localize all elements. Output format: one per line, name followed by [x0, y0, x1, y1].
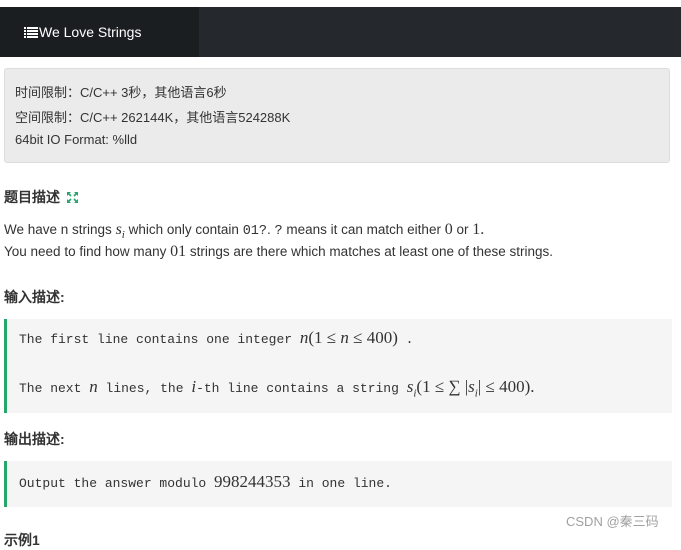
input-line-2: The next n lines, the i-th line contains…	[19, 377, 535, 399]
desc-text: .	[480, 221, 485, 238]
description-line-2: You need to find how many 01 strings are…	[4, 243, 553, 261]
example-heading: 示例1	[4, 532, 40, 548]
math-var: s	[468, 377, 475, 396]
desc-text: You need to find how many	[4, 244, 171, 259]
input-description-block: The first line contains one integer n(1 …	[4, 319, 672, 413]
limits-panel: 时间限制：C/C++ 3秒，其他语言6秒 空间限制：C/C++ 262144K，…	[4, 68, 670, 163]
math-s-constraint: si(1 ≤ ∑ |si| ≤ 400).	[407, 377, 535, 399]
math-var: n	[89, 377, 98, 396]
code-text: in one line.	[290, 476, 392, 491]
math-part: ≤ 400)	[348, 328, 398, 347]
math-part: .	[530, 377, 535, 396]
math-modulo: 998244353	[214, 472, 291, 491]
problem-title: We Love Strings	[39, 24, 142, 40]
csdn-watermark: CSDN @秦三码	[566, 514, 659, 529]
desc-text: means it can match either	[282, 222, 445, 237]
desc-text: strings are there which matches at least…	[186, 244, 554, 259]
code-text: The next	[19, 381, 90, 396]
desc-text: We have n strings	[4, 222, 116, 237]
description-title: 题目描述	[4, 189, 60, 205]
description-heading: 题目描述	[4, 187, 79, 207]
io-format: 64bit IO Format: %lld	[15, 132, 138, 147]
inline-code: 01?	[242, 224, 267, 239]
expand-icon[interactable]	[66, 191, 79, 207]
math-01: 01	[170, 243, 187, 260]
space-limit: 空间限制：C/C++ 262144K，其他语言524288K	[15, 110, 291, 125]
description-line-1: We have n strings si which only contain …	[4, 221, 484, 241]
input-heading: 输入描述:	[4, 289, 65, 305]
input-line-1: The first line contains one integer n(1 …	[19, 328, 413, 348]
desc-text: which only contain	[124, 222, 243, 237]
time-limit: 时间限制：C/C++ 3秒，其他语言6秒	[15, 85, 227, 100]
code-text: The first line contains one integer	[19, 332, 300, 347]
list-icon	[24, 26, 38, 38]
output-heading: 输出描述:	[4, 431, 65, 447]
math-n-range: n(1 ≤ n ≤ 400)	[300, 328, 398, 347]
top-bar: We Love Strings	[0, 7, 681, 57]
output-line: Output the answer modulo 998244353 in on…	[19, 472, 392, 492]
math-part: | ≤ 400)	[477, 377, 531, 396]
output-description-block: Output the answer modulo 998244353 in on…	[4, 461, 672, 507]
code-text: lines, the	[97, 381, 192, 396]
code-text: Output the answer modulo	[19, 476, 215, 491]
desc-text: or	[452, 222, 473, 237]
math-s-i: si	[116, 221, 125, 241]
problem-tab[interactable]: We Love Strings	[0, 7, 199, 57]
code-text: -th line contains a string	[196, 381, 407, 396]
desc-text: .	[267, 222, 275, 237]
math-part: (1 ≤ ∑ |	[416, 377, 469, 396]
code-text: .	[397, 332, 414, 347]
inline-code: ?	[274, 224, 283, 239]
math-part: (1 ≤	[308, 328, 341, 347]
math-zero: 0	[444, 221, 453, 238]
math-var: n	[340, 328, 349, 347]
math-n: n	[89, 377, 98, 396]
